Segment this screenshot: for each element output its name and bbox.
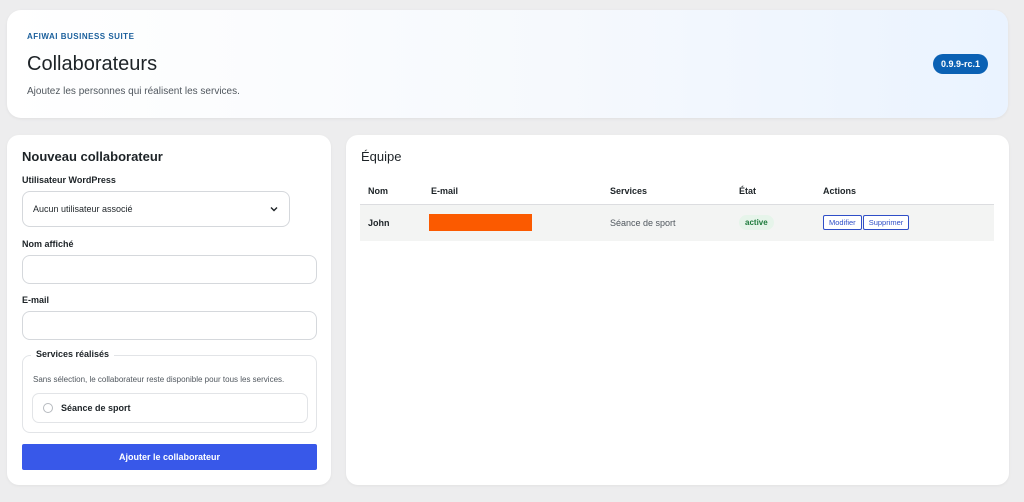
- row-actions: Modifier Supprimer: [815, 204, 994, 241]
- email-label: E-mail: [22, 295, 50, 305]
- page-title: Collaborateurs: [27, 53, 158, 75]
- page-header: AFIWAI BUSINESS SUITE Collaborateurs Ajo…: [7, 10, 1008, 118]
- column-header-name: Nom: [360, 179, 423, 205]
- table-row: John Séance de sport active Modifier Supp…: [360, 204, 994, 241]
- add-collaborator-button[interactable]: Ajouter le collaborateur: [22, 444, 317, 470]
- column-header-email: E-mail: [423, 179, 602, 205]
- team-card: Équipe Nom E-mail Services État Actions …: [346, 135, 1009, 485]
- services-legend: Services réalisés: [31, 349, 115, 359]
- wp-user-select[interactable]: Aucun utilisateur associé: [22, 191, 290, 227]
- column-header-actions: Actions: [815, 179, 994, 205]
- column-header-services: Services: [602, 179, 731, 205]
- column-header-state: État: [731, 179, 815, 205]
- page-subtitle: Ajoutez les personnes qui réalisent les …: [27, 86, 240, 97]
- chevron-down-icon: [270, 207, 278, 212]
- form-title: Nouveau collaborateur: [22, 149, 163, 164]
- status-badge: active: [739, 215, 774, 231]
- services-fieldset: Services réalisés Sans sélection, le col…: [22, 349, 317, 433]
- row-services: Séance de sport: [602, 204, 731, 241]
- service-option-label: Séance de sport: [61, 403, 131, 413]
- service-checkbox[interactable]: [43, 403, 53, 413]
- wp-user-select-value: Aucun utilisateur associé: [33, 204, 133, 214]
- services-hint: Sans sélection, le collaborateur reste d…: [33, 375, 285, 384]
- service-option-sport[interactable]: Séance de sport: [32, 393, 308, 423]
- team-table: Nom E-mail Services État Actions John Sé…: [360, 179, 994, 241]
- email-input[interactable]: [22, 311, 317, 340]
- wp-user-label: Utilisateur WordPress: [22, 175, 116, 185]
- row-email: [423, 204, 602, 241]
- version-badge: 0.9.9-rc.1: [932, 54, 988, 74]
- display-name-label: Nom affiché: [22, 239, 74, 249]
- table-header-row: Nom E-mail Services État Actions: [360, 179, 994, 205]
- email-redaction: [429, 214, 532, 232]
- delete-button[interactable]: Supprimer: [862, 215, 910, 231]
- row-state: active: [731, 204, 815, 241]
- brand-label: AFIWAI BUSINESS SUITE: [27, 32, 135, 41]
- display-name-input[interactable]: [22, 255, 317, 284]
- edit-button[interactable]: Modifier: [823, 215, 862, 231]
- new-collaborator-card: Nouveau collaborateur Utilisateur WordPr…: [7, 135, 331, 485]
- row-name: John: [360, 204, 423, 241]
- team-title: Équipe: [361, 149, 402, 164]
